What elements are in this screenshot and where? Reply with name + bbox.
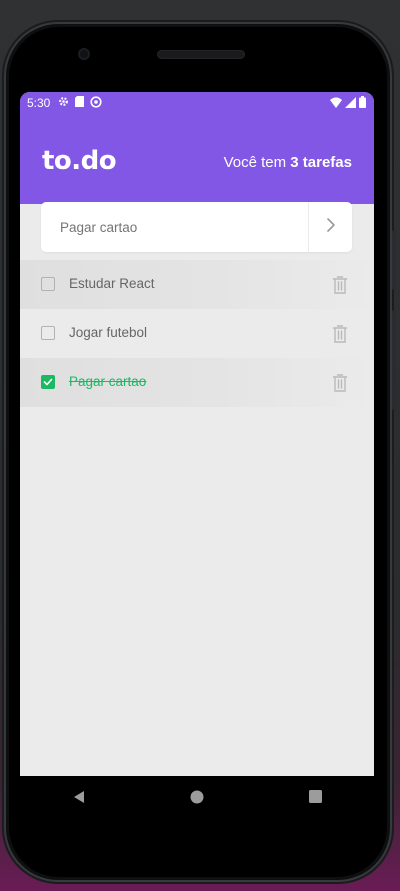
- chevron-right-icon: [326, 217, 336, 238]
- status-time: 5:30: [27, 96, 51, 110]
- task-item: Pagar cartao: [20, 358, 374, 407]
- recents-button[interactable]: [295, 779, 335, 819]
- new-task-input[interactable]: [41, 202, 308, 252]
- task-checkbox[interactable]: [41, 326, 55, 340]
- app-logo: to.do: [42, 146, 117, 176]
- home-icon: [190, 790, 204, 809]
- no-disturb-icon: [90, 95, 102, 111]
- task-checkbox[interactable]: [41, 375, 55, 389]
- sd-card-icon: [75, 96, 85, 110]
- task-label: Estudar React: [69, 276, 155, 291]
- new-task-form: [41, 202, 352, 252]
- task-item: Jogar futebol: [20, 309, 374, 358]
- recents-icon: [308, 790, 322, 808]
- status-bar: 5:30: [20, 92, 374, 114]
- wifi-icon: [330, 97, 342, 111]
- home-button[interactable]: [177, 779, 217, 819]
- back-icon: [72, 790, 86, 809]
- back-button[interactable]: [59, 779, 99, 819]
- task-counter-value: 3 tarefas: [290, 154, 352, 171]
- gear-icon: [58, 96, 69, 110]
- task-counter-prefix: Você tem: [223, 154, 291, 171]
- task-list: Estudar React Jogar futebol Pagar cartao: [20, 260, 374, 407]
- add-task-button[interactable]: [308, 202, 352, 252]
- app-screen: 5:30 to.do Você tem 3 tarefas Pagar cart…: [20, 92, 374, 776]
- signal-icon: [345, 96, 356, 111]
- task-item: Estudar React: [20, 260, 374, 309]
- task-label: Jogar futebol: [69, 325, 148, 340]
- task-checkbox[interactable]: [41, 277, 55, 291]
- volume-button: [392, 310, 396, 410]
- app-header: to.do Você tem 3 tarefas: [20, 114, 374, 252]
- trash-icon[interactable]: [331, 373, 349, 393]
- navigation-bar: [20, 776, 374, 822]
- power-button: [392, 230, 396, 290]
- trash-icon[interactable]: [331, 275, 349, 295]
- battery-icon: [359, 96, 366, 111]
- trash-icon[interactable]: [331, 324, 349, 344]
- front-camera: [78, 48, 90, 60]
- task-counter: Você tem 3 tarefas: [224, 154, 352, 171]
- task-label: Pagar cartao: [69, 374, 147, 389]
- earpiece-speaker: [157, 50, 245, 59]
